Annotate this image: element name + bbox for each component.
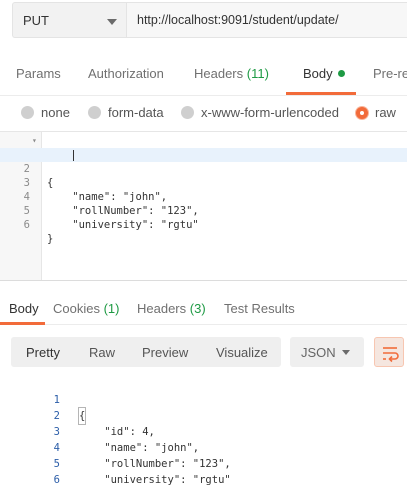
- code-text: "university": "rgtu": [79, 474, 231, 486]
- response-tabs: Body Cookies (1) Headers (3) Test Result…: [0, 289, 407, 325]
- resp-code-line: 5 "university": "rgtu": [0, 440, 407, 486]
- method-value: PUT: [23, 12, 49, 28]
- code-line: 1 ▾ {: [0, 134, 407, 189]
- view-pretty-button[interactable]: Pretty: [26, 345, 60, 360]
- resp-tab-headers[interactable]: Headers (3): [137, 301, 206, 316]
- tab-authorization-label: Authorization: [88, 66, 164, 81]
- body-type-group: none form-data x-www-form-urlencoded raw: [0, 96, 407, 130]
- wrap-lines-icon: [383, 347, 399, 363]
- view-raw-button[interactable]: Raw: [89, 345, 115, 360]
- fold-arrow-icon[interactable]: ▾: [32, 134, 37, 148]
- resp-tab-test-results[interactable]: Test Results: [224, 301, 295, 316]
- radio-none-label: none: [41, 105, 70, 120]
- active-tab-indicator: [286, 92, 356, 95]
- request-tabs: Params Authorization Headers (11) Body P…: [0, 52, 407, 96]
- response-format-select[interactable]: JSON: [290, 337, 364, 367]
- code-line: 5 "university": "rgtu": [0, 190, 407, 231]
- active-tab-indicator: [0, 322, 45, 325]
- view-visualize-button[interactable]: Visualize: [216, 345, 268, 360]
- resp-tab-body[interactable]: Body: [9, 301, 39, 316]
- radio-raw[interactable]: raw: [356, 105, 396, 120]
- code-line: 4 "rollNumber": "123",: [0, 176, 407, 217]
- code-line: 3 "name": "john",: [0, 162, 407, 203]
- tab-authorization[interactable]: Authorization: [88, 66, 164, 81]
- chevron-down-icon: [342, 350, 350, 355]
- method-select[interactable]: PUT: [12, 2, 126, 38]
- tab-pre-request-script[interactable]: Pre-re: [373, 66, 407, 81]
- tab-body-label: Body: [303, 66, 333, 81]
- line-number: 6: [23, 219, 30, 231]
- radio-form-data-label: form-data: [108, 105, 164, 120]
- resp-code-line: 3 "name": "john",: [0, 408, 407, 454]
- tab-headers-count: (11): [246, 66, 269, 81]
- response-view-toggle: Pretty Raw Preview Visualize: [11, 337, 281, 367]
- request-body-editor[interactable]: 1 ▾ { 2 3 "name": "john", 4 "rollNumber"…: [0, 131, 407, 281]
- view-preview-button[interactable]: Preview: [142, 345, 188, 360]
- radio-urlencoded[interactable]: x-www-form-urlencoded: [181, 105, 339, 120]
- radio-circle-icon: [181, 106, 194, 119]
- resp-code-line: 6 }: [0, 456, 407, 486]
- text-cursor: [73, 150, 74, 161]
- radio-none[interactable]: none: [21, 105, 70, 120]
- tab-pre-request-label: Pre-re: [373, 66, 407, 81]
- resp-tab-body-label: Body: [9, 301, 39, 316]
- code-line-active: 2: [0, 148, 407, 175]
- code-text: }: [47, 233, 54, 245]
- resp-code-line: 2 "id": 4,: [0, 392, 407, 438]
- tab-headers-label: Headers: [194, 66, 244, 81]
- green-dot-icon: [337, 70, 345, 77]
- url-input[interactable]: http://localhost:9091/student/update/: [126, 2, 407, 38]
- tab-body[interactable]: Body: [303, 66, 345, 81]
- tab-params-label: Params: [16, 66, 61, 81]
- tab-headers[interactable]: Headers (11): [194, 66, 269, 81]
- line-number: 6: [53, 474, 60, 486]
- response-format-value: JSON: [301, 344, 336, 360]
- radio-urlencoded-label: x-www-form-urlencoded: [201, 105, 339, 120]
- code-line: 6 }: [0, 204, 407, 245]
- radio-circle-icon: [88, 106, 101, 119]
- response-body-viewer[interactable]: 1 { 2 "id": 4, 3 "name": "john", 4 "roll…: [0, 374, 407, 486]
- code-text: "university": "rgtu": [47, 219, 199, 231]
- resp-code-line: 1 {: [0, 376, 407, 425]
- resp-tab-cookies-label: Cookies: [53, 301, 100, 316]
- radio-selected-icon: [356, 106, 368, 119]
- resp-tab-headers-label: Headers: [137, 301, 187, 316]
- wrap-lines-button[interactable]: [374, 337, 404, 367]
- chevron-down-icon: [107, 19, 117, 25]
- resp-tab-test-results-label: Test Results: [224, 301, 295, 316]
- tab-params[interactable]: Params: [16, 66, 61, 81]
- resp-tab-cookies-count: (1): [103, 301, 120, 316]
- resp-tab-headers-count: (3): [189, 301, 206, 316]
- radio-form-data[interactable]: form-data: [88, 105, 164, 120]
- resp-tab-cookies[interactable]: Cookies (1): [53, 301, 119, 316]
- radio-circle-icon: [21, 106, 34, 119]
- radio-raw-label: raw: [375, 105, 396, 120]
- request-bar: PUT http://localhost:9091/student/update…: [0, 0, 407, 47]
- resp-code-line: 4 "rollNumber": "123",: [0, 424, 407, 470]
